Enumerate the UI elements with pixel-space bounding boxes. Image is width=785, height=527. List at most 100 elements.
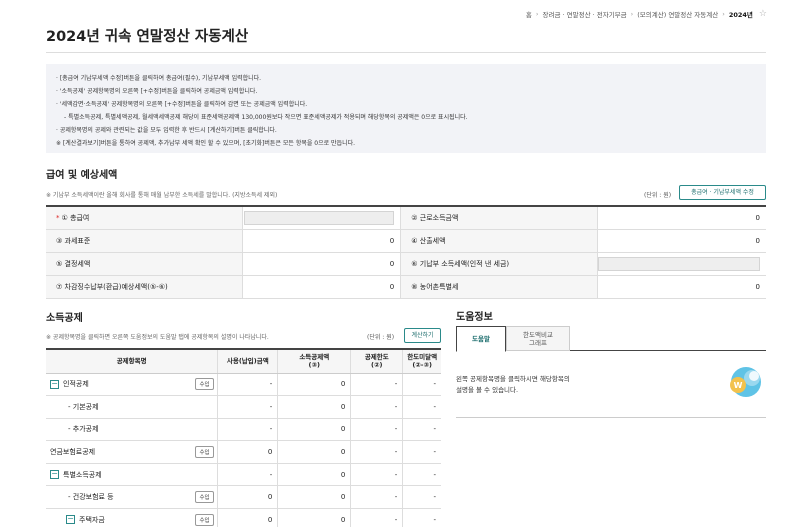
notice-line: · '세액감면·소득공제' 공제항목명의 오른쪽 [+수정]버튼을 클릭하여 감… <box>56 101 308 108</box>
collapse-toggle-icon[interactable]: − <box>50 470 59 480</box>
deduction-table: 공제항목명 사용(납입)금액 소득공제액 (③) 공제한도 (②) 한도미달액 … <box>46 348 441 527</box>
deduction-item-additional[interactable]: - 추가공제 <box>46 418 192 442</box>
deduction-item-special[interactable]: − 특별소득공제 <box>46 463 192 487</box>
input-button[interactable]: 수입 <box>195 378 214 391</box>
help-tab-bar: 도움말 한도액비교 그래프 <box>456 326 766 352</box>
limit-cell: - <box>350 508 404 527</box>
breadcrumb-separator: › <box>722 10 725 18</box>
table-row: ⑦ 차감징수납부(환급)예상세액(⑤-⑥) 0 ⑧ 농어촌특별세 0 <box>46 275 766 300</box>
gross-salary-label[interactable]: * ① 총급여 <box>46 206 244 230</box>
short-cell: - <box>402 440 441 464</box>
short-cell: - <box>402 508 441 527</box>
column-header: 소득공제액 (③) <box>277 349 352 374</box>
deduction-item-basic[interactable]: - 기본공제 <box>46 395 192 419</box>
notice-line: ※ [계산결과보기]버튼을 통하여 공제액, 추가납부 세액 확인 할 수 있으… <box>56 140 356 147</box>
computed-tax-value: 0 <box>597 229 766 253</box>
expected-refund-label: ⑦ 차감징수납부(환급)예상세액(⑤-⑥) <box>46 275 244 300</box>
amount-cell: 0 <box>217 440 279 464</box>
collapse-toggle-icon[interactable]: − <box>50 379 59 389</box>
deduction-item-health-insurance[interactable]: - 건강보험료 등 <box>46 485 192 510</box>
notice-line: · [총급여 기납부세액 수정]버튼을 클릭하여 총급여(필수), 기납부세액 … <box>56 75 262 82</box>
svg-text:W: W <box>734 381 743 390</box>
input-button[interactable]: 수입 <box>195 446 214 459</box>
table-row: - 기본공제 - 0 - - <box>46 395 441 419</box>
breadcrumb-home[interactable]: 홈 <box>526 9 532 19</box>
input-button[interactable]: 수입 <box>195 491 214 504</box>
help-section-title: 도움정보 <box>456 312 493 323</box>
salary-note: ※ 기납부 소득세액이란 올해 회사를 통해 매월 납부한 소득세를 말합니다.… <box>46 192 278 199</box>
determined-tax-label: ⑤ 결정세액 <box>46 252 244 277</box>
salary-table: * ① 총급여 ② 근로소득금액 0 ③ 과세표준 0 ④ 산출세액 0 ⑤ 결정… <box>46 205 766 300</box>
deduction-item-housing[interactable]: − 주택자금 <box>46 508 192 527</box>
column-header: 공제항목명 <box>46 349 219 374</box>
table-row: − 주택자금 수입 0 0 - - <box>46 508 441 527</box>
amount-cell: - <box>217 373 279 397</box>
deduction-item-pension[interactable]: 연금보험료공제 <box>46 440 192 464</box>
limit-cell: - <box>350 373 404 397</box>
breadcrumb: 홈 › 장려금 · 연말정산 · 전자기부금 › (모의계산) 연말정산 자동계… <box>526 9 767 19</box>
earned-income-label: ② 근로소득금액 <box>400 206 598 230</box>
notice-line: · 공제항목명의 공제와 관련되는 값을 모두 입력한 후 반드시 [계산하기]… <box>56 127 277 134</box>
table-row: − 인적공제 수입 - 0 - - <box>46 373 441 397</box>
breadcrumb-separator: › <box>630 10 634 18</box>
column-header: 사용(납입)금액 <box>217 349 279 374</box>
short-cell: - <box>402 418 441 442</box>
amount-cell: 0 <box>217 485 279 510</box>
deduction-section-title: 소득공제 <box>46 313 83 324</box>
table-row: - 추가공제 - 0 - - <box>46 418 441 442</box>
earned-income-value: 0 <box>597 206 766 230</box>
short-cell: - <box>402 463 441 487</box>
deduction-cell: 0 <box>277 395 352 419</box>
determined-tax-value: 0 <box>242 252 402 277</box>
tab-help[interactable]: 도움말 <box>456 326 506 352</box>
short-cell: - <box>402 373 441 397</box>
prepaid-tax-input[interactable] <box>598 256 760 271</box>
gross-salary-value <box>242 206 402 230</box>
salary-section-title: 급여 및 예상세액 <box>46 170 118 181</box>
gross-salary-input[interactable] <box>244 210 395 225</box>
deduction-unit: (단위 : 원) <box>367 334 395 341</box>
amount-cell: - <box>217 395 279 419</box>
amount-cell: - <box>217 463 279 487</box>
table-row: ⑤ 결정세액 0 ⑥ 기납부 소득세액(인적 낸 세금) <box>46 252 766 277</box>
amount-cell: 0 <box>217 508 279 527</box>
salary-unit: (단위 : 원) <box>644 192 672 199</box>
table-row: - 건강보험료 등 수입 0 0 - - <box>46 485 441 510</box>
notice-line: - 특별소득공제, 특별세액공제, 월세액세액공제 해당이 표준세액공제액 13… <box>64 114 468 121</box>
tab-limit-graph[interactable]: 한도액비교 그래프 <box>506 326 570 351</box>
edit-salary-button[interactable]: 총급여 · 기납부세액 수정 <box>679 185 766 200</box>
limit-cell: - <box>350 395 404 419</box>
column-header: 한도미달액 (②-③) <box>402 349 441 374</box>
deduction-note: ※ 공제항목명을 클릭하면 오른쪽 도움정보의 도움말 탭에 공제항목의 설명이… <box>46 334 269 341</box>
calculate-button[interactable]: 계산하기 <box>404 328 441 343</box>
required-mark: * <box>56 213 60 222</box>
limit-cell: - <box>350 463 404 487</box>
table-row: * ① 총급여 ② 근로소득금액 0 <box>46 206 766 230</box>
deduction-cell: 0 <box>277 485 352 510</box>
prepaid-tax-label: ⑥ 기납부 소득세액(인적 낸 세금) <box>400 252 598 277</box>
column-header: 공제한도 (②) <box>350 349 404 374</box>
notice-line: · '소득공제' 공제항목명의 오른쪽 [+수정]버튼을 클릭하여 공제금액 입… <box>56 88 258 95</box>
table-row: ③ 과세표준 0 ④ 산출세액 0 <box>46 229 766 253</box>
deduction-cell: 0 <box>277 373 352 397</box>
help-illustration-icon: W <box>730 367 761 397</box>
deduction-cell: 0 <box>277 418 352 442</box>
table-row: − 특별소득공제 - 0 - - <box>46 463 441 487</box>
favorite-star-icon[interactable]: ☆ <box>759 9 767 19</box>
amount-cell: - <box>217 418 279 442</box>
tax-base-label: ③ 과세표준 <box>46 229 244 253</box>
deduction-item-personal[interactable]: − 인적공제 <box>46 373 192 397</box>
prepaid-tax-value <box>597 252 766 277</box>
tax-base-value: 0 <box>242 229 402 253</box>
short-cell: - <box>402 395 441 419</box>
notice-box: · [총급여 기납부세액 수정]버튼을 클릭하여 총급여(필수), 기납부세액 … <box>46 64 766 153</box>
limit-cell: - <box>350 418 404 442</box>
collapse-toggle-icon[interactable]: − <box>66 515 75 525</box>
deduction-cell: 0 <box>277 440 352 464</box>
rural-special-tax-value: 0 <box>597 275 766 300</box>
breadcrumb-item-2[interactable]: (모의계산) 연말정산 자동계산 <box>637 9 718 19</box>
short-cell: - <box>402 485 441 510</box>
deduction-cell: 0 <box>277 463 352 487</box>
input-button[interactable]: 수입 <box>195 513 214 526</box>
breadcrumb-item-1[interactable]: 장려금 · 연말정산 · 전자기부금 <box>542 9 626 19</box>
